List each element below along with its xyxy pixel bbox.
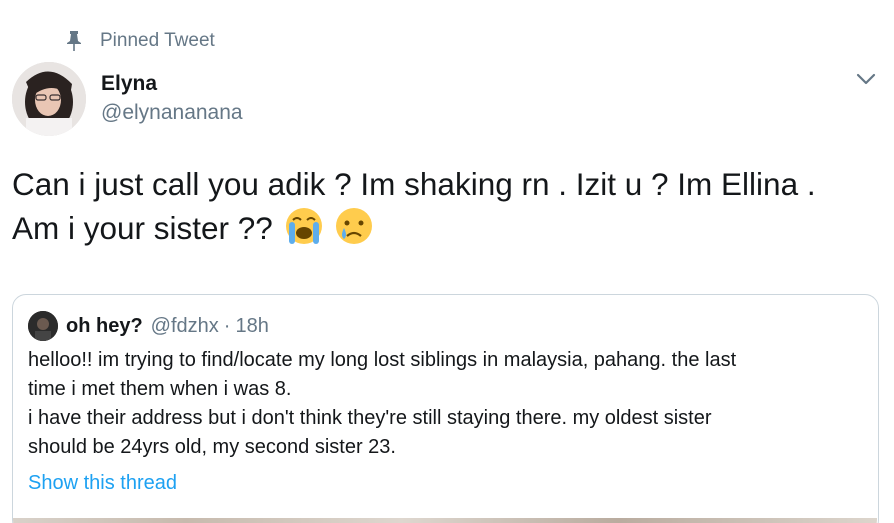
quoted-author-name: oh hey?	[66, 314, 143, 337]
loudly-crying-face-icon	[285, 208, 322, 244]
quoted-text-line-2: time i met them when i was 8.	[28, 378, 292, 400]
author-avatar[interactable]	[12, 62, 86, 136]
tweet-text: Can i just call you adik ? Im shaking rn…	[12, 163, 882, 250]
quoted-author-avatar	[28, 311, 58, 341]
quoted-timestamp[interactable]: 18h	[235, 315, 268, 338]
quoted-media-preview[interactable]	[13, 518, 877, 523]
quoted-text-line-1: helloo!! im trying to find/locate my lon…	[28, 349, 737, 371]
quoted-author-handle: @fdzhx	[150, 314, 219, 337]
show-thread-link[interactable]: Show this thread	[28, 472, 177, 495]
tweet-text-line-1: Can i just call you adik ? Im shaking rn…	[12, 166, 816, 202]
crying-face-icon	[336, 208, 373, 244]
tweet-text-line-2: Am i your sister ??	[12, 206, 882, 250]
quoted-text-line-3: i have their address but i don't think t…	[28, 407, 712, 429]
pin-icon	[67, 31, 81, 51]
pinned-label: Pinned Tweet	[100, 30, 215, 51]
quoted-tweet-header: oh hey? @fdzhx · 18h	[28, 311, 269, 341]
avatar-photo-small	[28, 311, 58, 341]
chevron-down-icon[interactable]	[856, 72, 876, 86]
author-handle[interactable]: @elynananana	[101, 101, 243, 125]
pinned-indicator: Pinned Tweet	[64, 30, 215, 52]
quoted-tweet[interactable]: oh hey? @fdzhx · 18h helloo!! im trying …	[12, 294, 879, 523]
quoted-separator: ·	[223, 314, 231, 337]
quoted-tweet-text: helloo!! im trying to find/locate my lon…	[28, 346, 858, 462]
quoted-text-line-4: should be 24yrs old, my second sister 23…	[28, 436, 396, 458]
author-name[interactable]: Elyna	[101, 72, 157, 96]
pinned-tweet[interactable]: Pinned Tweet Elyna @elynananana Can i ju…	[0, 0, 894, 523]
tweet-text-line-2-text: Am i your sister ??	[12, 210, 273, 246]
avatar-photo	[12, 62, 86, 136]
